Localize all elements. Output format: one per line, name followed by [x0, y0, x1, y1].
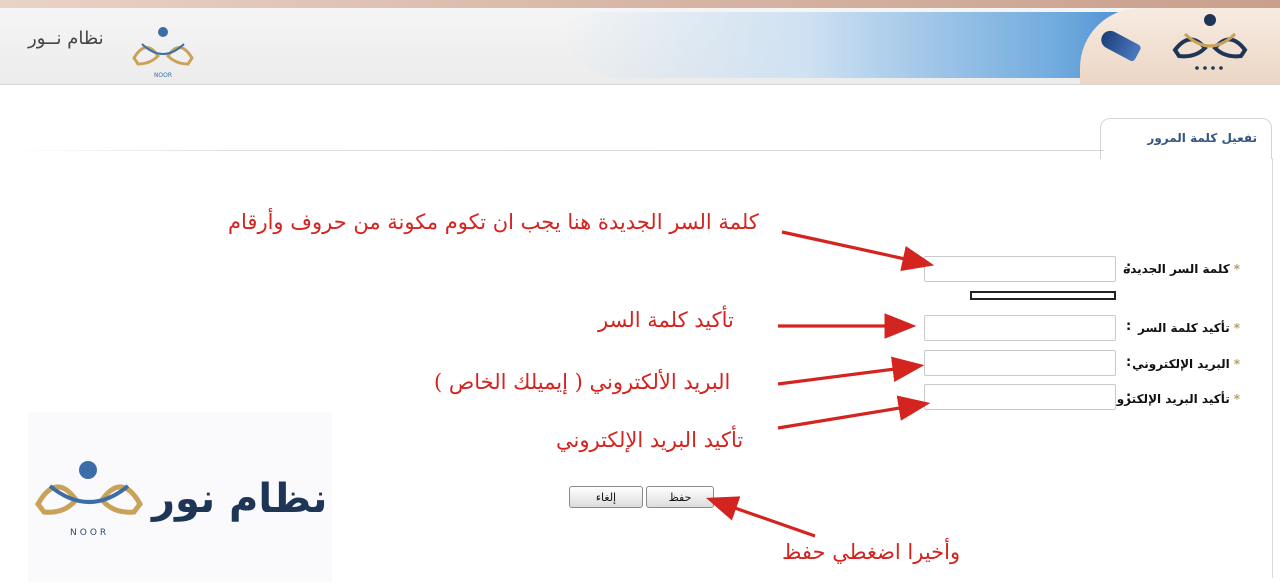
watermark-subtitle: NOOR [70, 528, 110, 538]
arrow-save [705, 496, 816, 538]
watermark-title: نظام نور [152, 476, 328, 522]
arrow-new-password [781, 230, 935, 272]
arrow-email [777, 356, 925, 386]
arrow-confirm-email [777, 395, 931, 430]
